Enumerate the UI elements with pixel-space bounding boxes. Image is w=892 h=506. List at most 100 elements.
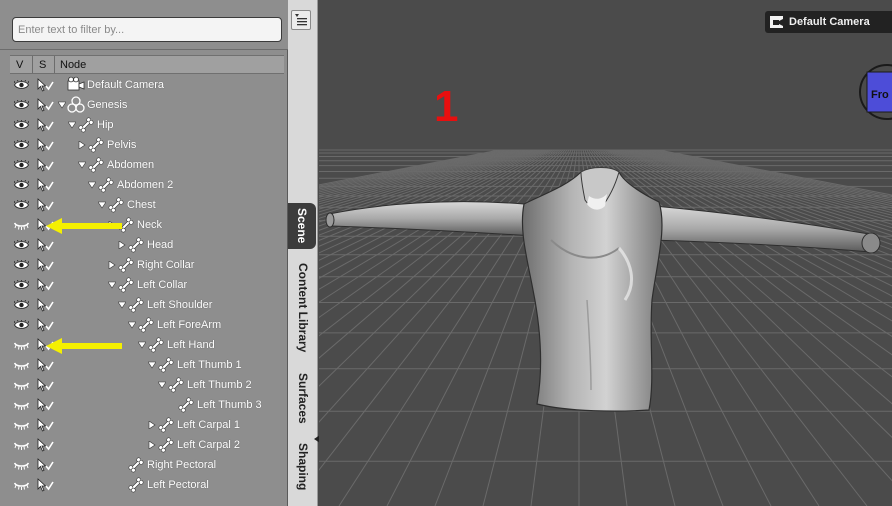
tree-row[interactable]: Right Pectoral: [10, 455, 284, 475]
tree-row[interactable]: Left Collar: [10, 275, 284, 295]
visibility-eye-open-icon[interactable]: [14, 180, 29, 190]
selectable-cursor-check-icon[interactable]: [37, 358, 54, 372]
tree-row[interactable]: Abdomen: [10, 155, 284, 175]
visibility-eye-open-icon[interactable]: [14, 240, 29, 250]
tree-row[interactable]: Left Carpal 1: [10, 415, 284, 435]
tree-collapsed-triangle-icon[interactable]: [148, 441, 156, 449]
visibility-eye-open-icon[interactable]: [14, 200, 29, 210]
visibility-eye-open-icon[interactable]: [14, 100, 29, 110]
selectable-cursor-check-icon[interactable]: [37, 238, 54, 252]
selectable-cursor-check-icon[interactable]: [37, 198, 54, 212]
selectable-cursor-check-icon[interactable]: [37, 138, 54, 152]
tab-surfaces[interactable]: Surfaces: [290, 368, 316, 428]
selectable-cursor-check-icon[interactable]: [37, 118, 54, 132]
tree-row[interactable]: Hip: [10, 115, 284, 135]
tree-collapsed-triangle-icon[interactable]: [148, 421, 156, 429]
selectable-cursor-check-icon[interactable]: [37, 278, 54, 292]
visibility-eye-closed-icon[interactable]: [14, 460, 29, 470]
tree-collapsed-triangle-icon[interactable]: [108, 261, 116, 269]
selectable-cursor-check-icon[interactable]: [37, 438, 54, 452]
visibility-eye-closed-icon[interactable]: [14, 440, 29, 450]
selectable-cursor-check-icon[interactable]: [37, 178, 54, 192]
selectable-cursor-check-icon[interactable]: [37, 298, 54, 312]
tree-expanded-triangle-icon[interactable]: [158, 381, 166, 389]
column-divider[interactable]: [54, 56, 55, 73]
filter-bar: [0, 0, 288, 50]
bone-icon: [118, 277, 134, 293]
tree-expanded-triangle-icon[interactable]: [78, 161, 86, 169]
camera-icon: [67, 76, 85, 91]
view-cube[interactable]: Fro: [857, 52, 892, 132]
tab-scene[interactable]: Scene: [288, 203, 316, 249]
tree-node-label: Left ForeArm: [157, 319, 222, 331]
camera-selector[interactable]: Default Camera: [765, 11, 892, 33]
filter-input[interactable]: [12, 17, 282, 42]
tree-expanded-triangle-icon[interactable]: [88, 181, 96, 189]
visibility-eye-open-icon[interactable]: [14, 280, 29, 290]
camera-icon: [770, 16, 783, 28]
tree-expanded-triangle-icon[interactable]: [108, 281, 116, 289]
tree-collapsed-triangle-icon[interactable]: [118, 241, 126, 249]
tree-row[interactable]: Left Carpal 2: [10, 435, 284, 455]
tree-row[interactable]: Default Camera: [10, 75, 284, 95]
visibility-eye-open-icon[interactable]: [14, 120, 29, 130]
tab-shaping[interactable]: Shaping: [290, 440, 316, 494]
selectable-cursor-check-icon[interactable]: [37, 478, 54, 492]
tree-expanded-triangle-icon[interactable]: [148, 361, 156, 369]
genesis-figure-torso[interactable]: [319, 0, 892, 506]
selectable-cursor-check-icon[interactable]: [37, 318, 54, 332]
visibility-eye-closed-icon[interactable]: [14, 340, 29, 350]
column-header-visible[interactable]: V: [16, 59, 23, 71]
visibility-eye-closed-icon[interactable]: [14, 480, 29, 490]
column-divider[interactable]: [32, 56, 33, 73]
visibility-eye-closed-icon[interactable]: [14, 400, 29, 410]
bone-icon: [98, 177, 114, 193]
tree-row[interactable]: Right Collar: [10, 255, 284, 275]
visibility-eye-closed-icon[interactable]: [14, 220, 29, 230]
tree-expanded-triangle-icon[interactable]: [98, 201, 106, 209]
selectable-cursor-check-icon[interactable]: [37, 418, 54, 432]
visibility-eye-closed-icon[interactable]: [14, 380, 29, 390]
visibility-eye-closed-icon[interactable]: [14, 420, 29, 430]
tree-expanded-triangle-icon[interactable]: [128, 321, 136, 329]
visibility-eye-open-icon[interactable]: [14, 160, 29, 170]
tab-content-library[interactable]: Content Library: [290, 262, 316, 354]
tree-row[interactable]: Left Shoulder: [10, 295, 284, 315]
visibility-eye-closed-icon[interactable]: [14, 360, 29, 370]
bone-icon: [128, 297, 144, 313]
visibility-eye-open-icon[interactable]: [14, 80, 29, 90]
tree-row[interactable]: Left Thumb 1: [10, 355, 284, 375]
selectable-cursor-check-icon[interactable]: [37, 258, 54, 272]
selectable-cursor-check-icon[interactable]: [37, 78, 54, 92]
selectable-cursor-check-icon[interactable]: [37, 398, 54, 412]
selectable-cursor-check-icon[interactable]: [37, 158, 54, 172]
tree-row[interactable]: Left ForeArm: [10, 315, 284, 335]
tree-expanded-triangle-icon[interactable]: [118, 301, 126, 309]
tree-row[interactable]: Pelvis: [10, 135, 284, 155]
tree-row[interactable]: Abdomen 2: [10, 175, 284, 195]
tree-row[interactable]: Head: [10, 235, 284, 255]
visibility-eye-open-icon[interactable]: [14, 260, 29, 270]
column-header-selectable[interactable]: S: [39, 59, 46, 71]
tree-expanded-triangle-icon[interactable]: [68, 121, 76, 129]
tree-expanded-triangle-icon[interactable]: [138, 341, 146, 349]
selectable-cursor-check-icon[interactable]: [37, 98, 54, 112]
tree-row[interactable]: Left Pectoral: [10, 475, 284, 495]
figure-icon: [67, 96, 85, 113]
tree-node-label: Genesis: [87, 99, 128, 111]
selectable-cursor-check-icon[interactable]: [37, 458, 54, 472]
tree-row[interactable]: Left Thumb 3: [10, 395, 284, 415]
selectable-cursor-check-icon[interactable]: [37, 378, 54, 392]
tree-collapsed-triangle-icon[interactable]: [78, 141, 86, 149]
tree-row[interactable]: Left Thumb 2: [10, 375, 284, 395]
tree-node-label: Abdomen 2: [117, 179, 174, 191]
visibility-eye-open-icon[interactable]: [14, 320, 29, 330]
visibility-eye-open-icon[interactable]: [14, 300, 29, 310]
visibility-eye-open-icon[interactable]: [14, 140, 29, 150]
tree-row[interactable]: Chest: [10, 195, 284, 215]
tree-expanded-triangle-icon[interactable]: [58, 101, 66, 109]
3d-viewport[interactable]: 1 Default Camera Fro: [319, 0, 892, 506]
pane-menu-button[interactable]: [291, 10, 311, 30]
column-header-node[interactable]: Node: [60, 59, 86, 71]
tree-row[interactable]: Genesis: [10, 95, 284, 115]
